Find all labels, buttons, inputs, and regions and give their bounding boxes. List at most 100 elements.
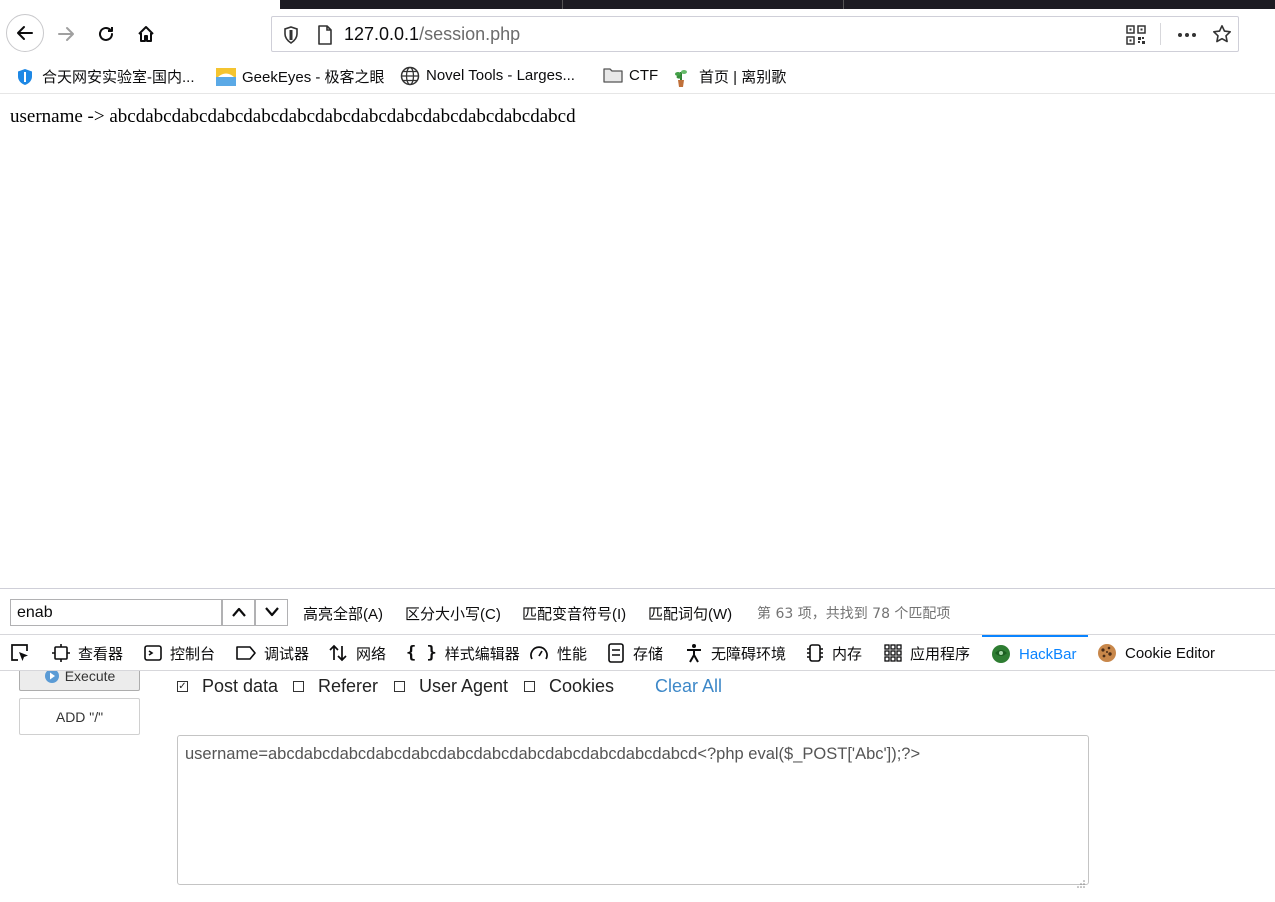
tab-accessibility[interactable]: 无障碍环境 — [685, 635, 786, 671]
tracking-protection-shield-icon[interactable] — [281, 25, 301, 49]
tab-hackbar[interactable]: HackBar — [982, 635, 1088, 671]
element-picker-icon — [10, 643, 30, 663]
tab-style-editor[interactable]: { } 样式编辑器 — [406, 635, 520, 671]
tab-application[interactable]: 应用程序 — [884, 635, 970, 671]
checkbox-icon — [394, 681, 405, 692]
cookie-icon — [1097, 643, 1117, 663]
cookies-checkbox[interactable]: Cookies — [524, 676, 614, 697]
back-button[interactable] — [6, 14, 44, 52]
memory-icon — [806, 643, 824, 663]
checkbox-checked-icon: ✓ — [177, 680, 188, 692]
bookmark-label: 合天网安实验室-国内... — [42, 69, 195, 86]
navigation-toolbar: 127.0.0.1/session.php — [0, 9, 1275, 61]
find-next-button[interactable] — [255, 599, 288, 626]
execute-button[interactable]: Execute — [19, 671, 140, 691]
bookmark-folder[interactable]: CTF — [603, 66, 658, 84]
home-icon — [136, 24, 156, 44]
resize-grip-icon[interactable] — [1077, 873, 1085, 888]
checkbox-icon — [524, 681, 535, 692]
tab-label: 网络 — [356, 645, 387, 663]
post-data-checkbox[interactable]: ✓ Post data — [177, 676, 278, 697]
url-bar[interactable]: 127.0.0.1/session.php — [271, 16, 1239, 52]
chevron-down-icon — [264, 603, 280, 622]
hackbar-icon — [991, 644, 1011, 664]
forward-button[interactable] — [49, 17, 83, 51]
find-input[interactable]: enab — [10, 599, 222, 626]
post-data-text: username=abcdabcdabcdabcdabcdabcdabcdabc… — [185, 745, 921, 763]
user-agent-checkbox[interactable]: User Agent — [394, 676, 508, 697]
execute-label: Execute — [64, 671, 116, 684]
bookmarks-toolbar: 合天网安实验室-国内... GeekEyes - 极客之眼 Novel Tool… — [0, 61, 1275, 94]
tab-cookie-editor[interactable]: Cookie Editor — [1097, 635, 1215, 671]
bookmark-item[interactable]: Novel Tools - Larges... — [400, 66, 575, 86]
tab-network[interactable]: 网络 — [328, 635, 386, 671]
clear-all-link[interactable]: Clear All — [655, 676, 722, 697]
qr-code-icon[interactable] — [1126, 25, 1146, 49]
page-info-icon[interactable] — [316, 25, 334, 49]
page-content: username -> abcdabcdabcdabcdabcdabcdabcd… — [0, 94, 1275, 588]
checkbox-label: Post data — [202, 676, 279, 696]
bookmark-item[interactable]: GeekEyes - 极客之眼 — [216, 66, 385, 87]
tab-label: 存储 — [633, 645, 664, 663]
bookmark-item[interactable]: 首页 | 离别歌 — [673, 66, 786, 87]
post-data-textarea[interactable]: username=abcdabcdabcdabcdabcdabcdabcdabc… — [177, 735, 1089, 888]
tab-label: 控制台 — [170, 645, 216, 663]
checkbox-label: Referer — [318, 676, 379, 696]
url-bar-divider — [1160, 23, 1161, 45]
application-icon — [884, 644, 902, 662]
tab-label: 调试器 — [264, 645, 310, 663]
reload-icon — [96, 24, 116, 44]
bookmark-label: Novel Tools - Larges... — [426, 66, 575, 84]
match-case-option[interactable]: 区分大小写(C) — [405, 603, 501, 624]
tab-label: 无障碍环境 — [711, 645, 787, 663]
reload-button[interactable] — [89, 17, 123, 51]
accessibility-icon — [685, 643, 703, 663]
tab-console[interactable]: 控制台 — [144, 635, 215, 671]
tab-performance[interactable]: 性能 — [529, 635, 587, 671]
tab-separator — [843, 0, 844, 9]
bookmark-label: 首页 | 离别歌 — [699, 69, 787, 86]
tab-storage[interactable]: 存储 — [607, 635, 663, 671]
tab-strip-background — [280, 0, 1275, 9]
devtools-toolbar: 查看器 控制台 调试器 网络 { } 样式编辑器 性能 存储 无障碍环境 内存 … — [0, 634, 1275, 671]
debugger-icon — [236, 644, 256, 662]
tab-debugger[interactable]: 调试器 — [236, 635, 309, 671]
plant-icon — [673, 68, 691, 87]
geekeyes-icon — [216, 67, 236, 86]
bookmark-star-icon[interactable] — [1212, 24, 1232, 48]
play-icon — [44, 671, 60, 684]
tab-label: Cookie Editor — [1125, 644, 1216, 662]
referer-checkbox[interactable]: Referer — [293, 676, 378, 697]
back-arrow-icon — [15, 23, 35, 43]
highlight-all-option[interactable]: 高亮全部(A) — [303, 603, 383, 624]
bookmark-item[interactable]: 合天网安实验室-国内... — [16, 66, 195, 87]
forward-arrow-icon — [56, 24, 76, 44]
whole-words-option[interactable]: 匹配词句(W) — [648, 603, 732, 624]
tab-inspector[interactable]: 查看器 — [52, 635, 123, 671]
url-host: 127.0.0.1 — [344, 24, 420, 44]
find-bar: enab 高亮全部(A) 区分大小写(C) 匹配变音符号(I) 匹配词句(W) … — [0, 588, 1275, 634]
tab-separator — [562, 0, 563, 9]
console-icon — [144, 644, 162, 662]
add-slash-button[interactable]: ADD "/" — [19, 698, 140, 735]
tab-label: HackBar — [1019, 645, 1077, 663]
checkbox-label: User Agent — [419, 676, 509, 696]
page-actions-icon[interactable] — [1176, 25, 1198, 49]
checkbox-icon — [293, 681, 304, 692]
bookmark-label: CTF — [629, 66, 659, 84]
tab-memory[interactable]: 内存 — [806, 635, 862, 671]
session-output-text: username -> abcdabcdabcdabcdabcdabcdabcd… — [10, 106, 576, 127]
find-status-text: 第 63 项，共找到 78 个匹配项 — [757, 606, 951, 622]
tab-label: 性能 — [557, 645, 588, 663]
tab-label: 查看器 — [78, 645, 124, 663]
element-picker-button[interactable] — [10, 635, 38, 671]
url-path: /session.php — [419, 24, 521, 44]
shield-icon — [16, 68, 34, 86]
chevron-up-icon — [231, 603, 247, 622]
home-button[interactable] — [129, 17, 163, 51]
performance-icon — [529, 644, 549, 662]
find-previous-button[interactable] — [222, 599, 255, 626]
url-text[interactable]: 127.0.0.1/session.php — [344, 24, 520, 45]
match-diacritics-option[interactable]: 匹配变音符号(I) — [522, 603, 626, 624]
folder-icon — [603, 66, 623, 84]
